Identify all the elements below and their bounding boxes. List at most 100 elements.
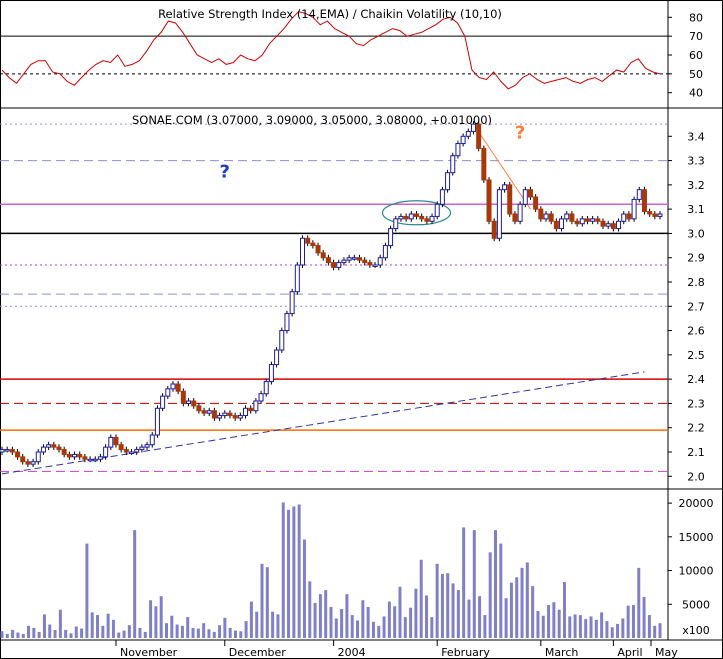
candle-body [196,405,202,412]
price-tick-label: 2.1 [687,446,705,459]
candle-body [118,444,124,451]
candle-body [20,456,26,463]
volume-tick-label: 5000 [682,598,710,611]
candle-body [154,407,160,436]
candle-body [553,220,559,230]
volume-bar [202,623,206,638]
chart-root: 40 50 60 70 80 ?? 2.0 2.1 2.2 2.3 2.4 2.5 2.6 2.7 2.8… [0,0,723,659]
candle-body [590,218,596,222]
candle-body [305,237,311,244]
candle-body [72,453,78,458]
volume-bar [324,590,328,638]
volume-bar [568,616,572,638]
price-tick-label: 2.5 [687,349,705,362]
volume-bar [499,543,503,638]
candle-body [294,264,300,293]
candle-body [579,218,585,225]
candle-body [66,453,72,458]
candle-body [564,213,570,220]
candle-body [40,446,46,453]
volume-bar [11,629,15,638]
candle-body [103,446,109,458]
volume-bar [334,618,338,638]
indicator-panel: 40 50 60 70 80 [0,11,703,100]
volume-tick-label: 15000 [679,531,714,544]
volume-bar [387,601,391,638]
x-tick-label: May [655,646,678,659]
price-panel: ?? 2.0 2.1 2.2 2.3 2.4 2.5 2.6 2.7 2.8 2.9 3.0 3.1 3.… [0,121,705,483]
x-axis: November December 2004 February March April Ma… [115,640,678,659]
volume-bar [610,627,614,638]
volume-bar [233,630,237,638]
price-tick-label: 3.4 [687,130,705,143]
candle-body [274,349,280,366]
volume-bar [170,615,174,638]
volume-bar [223,617,227,638]
candle-body [113,436,119,446]
candle-body [35,451,41,463]
candle-body [481,147,487,181]
volume-bar [557,609,561,638]
volume-bar [212,631,216,638]
price-tick-label: 2.7 [687,300,705,313]
volume-bar [21,633,25,638]
volume-bar [377,625,381,638]
volume-bar [658,623,662,638]
candle-body [548,213,554,222]
volume-bar [42,614,46,638]
volume-bar [265,567,269,638]
volume-bar [292,506,296,638]
volume-bar [111,619,115,638]
candle-body [0,449,5,453]
candle-body [584,218,590,222]
volume-bar [74,626,78,638]
volume-bar [58,609,62,638]
volume-bar [621,618,625,638]
volume-bar [255,611,259,638]
candle-body [61,449,67,455]
candle-body [569,213,575,222]
volume-bar [531,586,535,638]
candle-body [403,215,409,220]
candle-body [496,189,502,239]
volume-bar [329,606,333,638]
candle-body [320,252,326,259]
candle-body [626,213,632,220]
candle-body [647,211,653,215]
volume-bar [149,600,153,638]
volume-bar [504,598,508,638]
volume-bar [287,509,291,638]
volume-bar [382,616,386,638]
volume-bar [85,543,89,638]
volume-bar [138,627,142,638]
candle-body [595,218,601,222]
volume-bar [430,617,434,638]
volume-bar [143,631,147,638]
volume-bar [637,567,641,638]
candle-body [538,208,544,220]
candle-body [325,257,331,264]
volume-bar [435,563,439,638]
volume-bar [653,625,657,638]
candle-body [243,407,249,417]
price-tick-label: 3.1 [687,203,705,216]
volume-bar [276,614,280,638]
volume-bar [117,632,121,638]
candle-body [517,203,523,222]
candle-body [51,444,57,448]
candle-body [279,330,285,351]
volume-bar [122,630,126,638]
x-tick-label: April [617,646,642,659]
candle-body [92,458,98,462]
volume-bar [27,625,31,638]
candle-body [263,381,269,395]
volume-bar [446,573,450,638]
candle-body [559,218,565,230]
candle-body [144,444,150,448]
volume-bar [552,602,556,638]
indicator-tick-label: 40 [689,87,703,100]
volume-bar [159,596,163,638]
candle-body [315,245,321,254]
volume-bar [584,619,588,638]
volume-bar [239,631,243,638]
